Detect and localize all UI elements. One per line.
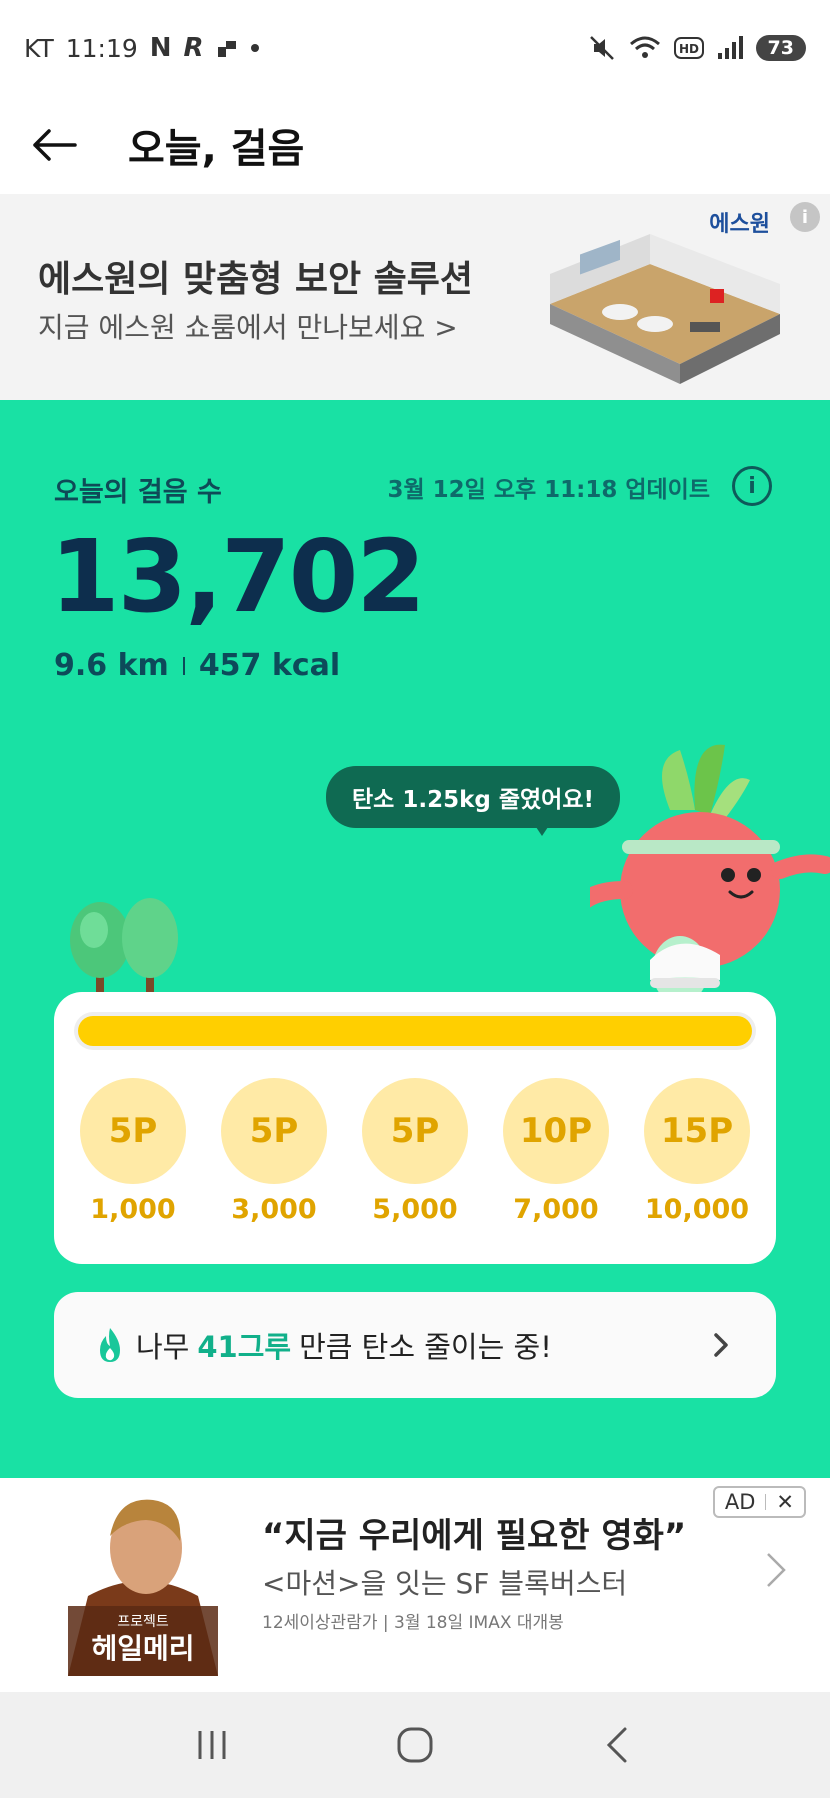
milestones: 5P 1,000 5P 3,000 5P 5,000 10P 7,000 15P… <box>68 1078 762 1225</box>
update-time: 3월 12일 오후 11:18 업데이트 <box>387 477 710 503</box>
ad-title: “지금 우리에게 필요한 영화” <box>262 1516 687 1556</box>
chevron-left-icon <box>607 1727 627 1763</box>
chevron-right-icon <box>714 1333 728 1357</box>
tree-count: 41그루 <box>197 1330 292 1364</box>
milestone[interactable]: 5P 3,000 <box>209 1078 339 1225</box>
page-title: 오늘, 걸음 <box>128 126 305 172</box>
point-reward[interactable]: 5P <box>80 1078 186 1184</box>
tree-prefix: 나무 <box>136 1330 190 1364</box>
r-app-icon: R <box>183 33 204 63</box>
status-bar: KT 11:19 N R HD 73 <box>0 0 830 96</box>
divider <box>765 1494 767 1510</box>
steps-section: 오늘의 걸음 수 3월 12일 오후 11:18 업데이트 i 13,702 9… <box>0 400 830 1478</box>
svg-text:HD: HD <box>679 42 699 56</box>
clock: 11:19 <box>65 33 138 63</box>
tree-text: 나무 41그루 만큼 탄소 줄이는 중! <box>136 1324 552 1366</box>
milestone-steps: 7,000 <box>513 1194 599 1225</box>
chevron-right-icon[interactable] <box>764 1550 790 1590</box>
milestone-steps: 3,000 <box>231 1194 317 1225</box>
bottom-ad[interactable]: 프로젝트 헤일메리 “지금 우리에게 필요한 영화” <마션>을 잇는 SF 블… <box>0 1478 830 1692</box>
point-reward[interactable]: 15P <box>644 1078 750 1184</box>
point-reward[interactable]: 5P <box>221 1078 327 1184</box>
showroom-image <box>550 234 780 384</box>
point-reward[interactable]: 10P <box>503 1078 609 1184</box>
status-right: HD 73 <box>588 34 806 62</box>
tree-card[interactable]: 나무 41그루 만큼 탄소 줄이는 중! <box>54 1292 776 1398</box>
system-nav-bar <box>0 1692 830 1798</box>
recent-apps-button[interactable] <box>182 1715 242 1775</box>
naver-icon: N <box>149 33 172 63</box>
ad-subtitle: <마션>을 잇는 SF 블록버스터 <box>262 1567 628 1600</box>
steps-count: 13,702 <box>50 518 426 635</box>
back-button[interactable] <box>0 96 110 194</box>
milestone-steps: 1,000 <box>90 1194 176 1225</box>
status-left: KT 11:19 N R <box>24 33 260 63</box>
milestone-steps: 10,000 <box>644 1194 750 1225</box>
divider <box>182 656 185 675</box>
notification-icons: N R <box>150 33 260 63</box>
progress-track <box>74 1012 756 1050</box>
milestone[interactable]: 10P 7,000 <box>491 1078 621 1225</box>
arrow-left-icon <box>33 129 77 161</box>
mute-icon <box>589 36 614 60</box>
milestone[interactable]: 15P 10,000 <box>632 1078 762 1225</box>
banner-subtitle[interactable]: 지금 에스원 쇼룸에서 만나보세요 > <box>38 306 458 346</box>
banner-title: 에스원의 맞춤형 보안 솔루션 <box>38 259 474 300</box>
milestone[interactable]: 5P 5,000 <box>350 1078 480 1225</box>
poster-label-small: 프로젝트 <box>117 1614 169 1630</box>
movie-poster: 프로젝트 헤일메리 <box>58 1486 228 1676</box>
progress-card: 5P 1,000 5P 3,000 5P 5,000 10P 7,000 15P… <box>54 992 776 1264</box>
ad-label: AD <box>724 1490 756 1514</box>
home-button[interactable] <box>385 1715 445 1775</box>
progress-fill <box>78 1016 752 1046</box>
app-header: 오늘, 걸음 <box>0 96 830 194</box>
bubble-tail <box>530 818 554 836</box>
steps-label: 오늘의 걸음 수 <box>54 477 222 508</box>
signal-icon <box>717 36 743 59</box>
info-icon[interactable]: i <box>732 466 772 506</box>
recent-apps-icon <box>198 1731 226 1759</box>
home-icon <box>397 1727 433 1763</box>
tree-suffix: 만큼 탄소 줄이는 중! <box>299 1330 552 1364</box>
milestone[interactable]: 5P 1,000 <box>68 1078 198 1225</box>
hd-icon: HD <box>673 37 704 59</box>
dot-icon <box>250 44 259 52</box>
carbon-bubble: 탄소 1.25kg 줄였어요! <box>326 766 620 828</box>
banner-ad[interactable]: 에스원 i 에스원의 맞춤형 보안 솔루션 지금 에스원 쇼룸에서 만나보세요 … <box>0 194 830 400</box>
battery-indicator: 73 <box>755 35 806 61</box>
distance-value: 9.6 km <box>54 648 169 683</box>
milestone-steps: 5,000 <box>372 1194 458 1225</box>
close-icon[interactable]: ✕ <box>776 1490 794 1514</box>
ad-details: 12세이상관람가 | 3월 18일 IMAX 대개봉 <box>262 1613 564 1633</box>
gallery-icon <box>217 41 236 57</box>
point-reward[interactable]: 5P <box>362 1078 468 1184</box>
back-nav-button[interactable] <box>588 1715 648 1775</box>
calories-value: 457 kcal <box>198 648 341 683</box>
radish-mascot <box>590 744 830 1004</box>
flame-icon <box>100 1328 120 1362</box>
ad-badge: AD ✕ <box>712 1486 806 1518</box>
carrier-label: KT <box>24 33 54 63</box>
ad-info-icon[interactable]: i <box>790 202 820 232</box>
distance-calories-row: 9.6 km 457 kcal <box>54 648 340 683</box>
wifi-icon <box>629 36 660 58</box>
poster-label: 헤일메리 <box>91 1632 194 1665</box>
